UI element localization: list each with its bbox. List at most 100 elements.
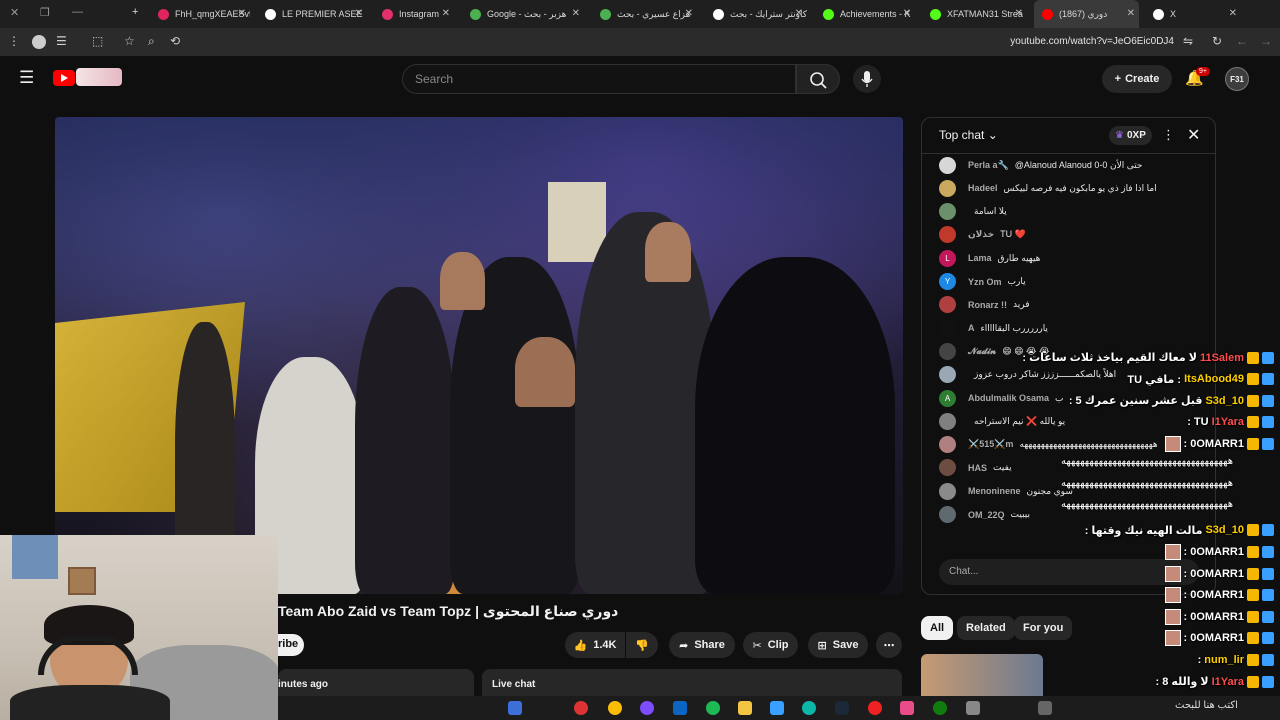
taskbar-app-icon[interactable]	[508, 701, 522, 715]
youtube-logo[interactable]	[53, 70, 75, 86]
tab-close-icon[interactable]: ✕	[238, 8, 246, 19]
taskbar-search-input[interactable]: اكتب هنا للبحث	[1175, 700, 1238, 711]
extensions-icon[interactable]: ⬚	[92, 34, 103, 48]
profile-icon[interactable]	[32, 35, 46, 49]
browser-tab[interactable]: (1867) دوري ✕	[1034, 0, 1139, 28]
chat-message[interactable]: Ronarz !! فريد	[939, 295, 1030, 315]
search-button[interactable]	[796, 64, 840, 94]
account-avatar[interactable]: F31	[1225, 67, 1249, 91]
browser-tab[interactable]: Google - هزبر - بحث ✕	[462, 0, 584, 28]
overlay-chat-text: مالت الهيه نيك وقتها :	[1084, 524, 1203, 537]
chat-message[interactable]: A Abdulmalik Osama ب	[939, 388, 1064, 408]
video-player[interactable]	[55, 117, 903, 594]
taskbar-app-icon[interactable]	[770, 701, 784, 715]
spotify-icon[interactable]	[706, 701, 720, 715]
xp-badge[interactable]: ♛ 0XP	[1109, 126, 1152, 145]
tab-close-icon[interactable]: ✕	[355, 8, 363, 19]
new-tab-icon[interactable]: +	[132, 6, 138, 18]
tab-close-icon[interactable]: ✕	[795, 8, 803, 19]
chat-message[interactable]: HAS يفيت	[939, 458, 1012, 478]
browser-tab[interactable]: Instagram ✕	[374, 0, 454, 28]
task-view-icon[interactable]	[1038, 701, 1052, 715]
chat-message[interactable]: Hadeel اما اذا فاز ذي يو مابكون فيه فرصه …	[939, 178, 1157, 198]
taskbar-app-icon[interactable]	[868, 701, 882, 715]
tab-close-icon[interactable]: ✕	[685, 8, 693, 19]
screenshot-icon[interactable]: ⟲	[170, 34, 180, 48]
chat-input[interactable]: Chat...	[939, 559, 1199, 585]
chat-message[interactable]: Menoninene سوي مجنون	[939, 481, 1073, 501]
filter-chip[interactable]: For you	[1014, 616, 1073, 640]
address-url[interactable]: youtube.com/watch?v=JeO6Eic0DJ4	[1010, 36, 1174, 47]
chat-message[interactable]: ⚔️515⚔️m هههههههههههههههههههههههههههههههه…	[939, 435, 1158, 455]
browser-tab[interactable]: X ✕	[1145, 0, 1241, 28]
tab-close-icon[interactable]: ✕	[1015, 8, 1023, 19]
chat-message[interactable]: اهلاً يالصكمــــــزززز شاكر دروب عزوز	[939, 365, 1116, 385]
xbox-icon[interactable]	[933, 701, 947, 715]
minimize-window-icon[interactable]: —	[72, 6, 83, 18]
taskbar-app-icon[interactable]	[900, 701, 914, 715]
chat-message[interactable]: L Lama هيهيه طارق	[939, 248, 1040, 268]
more-actions-button[interactable]: ⋯	[876, 632, 902, 658]
doodle-logo-art[interactable]	[76, 68, 122, 86]
tab-close-icon[interactable]: ✕	[903, 8, 911, 19]
chat-mode-dropdown[interactable]: Top chat ⌄	[939, 128, 998, 142]
taskbar-app-icon[interactable]	[640, 701, 654, 715]
menu-dots-icon[interactable]: ⋮	[8, 34, 20, 48]
chat-author: Hadeel	[968, 183, 998, 194]
chat-message[interactable]: A يارررررب البقاااااء	[939, 318, 1048, 338]
clip-button[interactable]: ✂ Clip	[743, 632, 798, 658]
close-window-icon[interactable]: ✕	[10, 6, 19, 19]
browser-tab[interactable]: كاونتر سترايك - بحث ✕	[705, 0, 807, 28]
chat-message[interactable]: يو يالله ❌ نيم الاستراحه	[939, 411, 1065, 431]
chat-message[interactable]: خذلان TU ❤️	[939, 225, 1026, 245]
forward-icon[interactable]: →	[1260, 34, 1272, 48]
chat-message[interactable]: Y Yzn Om يارب	[939, 272, 1026, 292]
bookmark-star-icon[interactable]: ☆	[124, 34, 135, 48]
chat-message[interactable]: Perla a🔧 @Alanoud Alanoud 0-0 حتى الأن	[939, 155, 1142, 175]
chat-message[interactable]: يلا اسامة	[939, 202, 1007, 222]
tab-close-icon[interactable]: ✕	[1127, 8, 1135, 19]
browser-tab[interactable]: FhH_qmgXEAESv5 ✕	[150, 0, 250, 28]
browser-tab[interactable]: هزاع عسيري - بحث ✕	[592, 0, 697, 28]
filter-chip[interactable]: Related	[957, 616, 1015, 640]
share-button[interactable]: ➦ Share	[669, 632, 735, 658]
steam-icon[interactable]	[835, 701, 849, 715]
chat-author: A	[968, 323, 975, 334]
tab-close-icon[interactable]: ✕	[1229, 8, 1237, 19]
voice-search-button[interactable]	[853, 65, 881, 93]
taskbar-app-icon[interactable]	[966, 701, 980, 715]
like-button[interactable]: 👍 1.4K	[565, 632, 625, 658]
dislike-button[interactable]: 👎	[626, 632, 658, 658]
search-input[interactable]: Search	[402, 64, 796, 94]
reload-icon[interactable]: ↻	[1212, 34, 1222, 48]
save-button[interactable]: ⊞ Save	[808, 632, 868, 658]
reading-list-icon[interactable]: ☰	[56, 34, 67, 48]
subscribe-button[interactable]: ribe	[278, 634, 305, 656]
close-chat-icon[interactable]: ✕	[1187, 125, 1200, 145]
chrome-icon[interactable]	[608, 701, 622, 715]
tab-close-icon[interactable]: ✕	[572, 8, 580, 19]
site-settings-icon[interactable]: ⇋	[1183, 34, 1193, 48]
chat-more-icon[interactable]: ⋮	[1162, 127, 1175, 143]
back-icon[interactable]: ←	[1236, 34, 1248, 48]
search-icon	[810, 72, 827, 89]
taskbar-app-icon[interactable]	[574, 701, 588, 715]
browser-tab[interactable]: Achievements - K ✕	[815, 0, 915, 28]
like-count: 1.4K	[593, 639, 617, 651]
browser-tab[interactable]: XFATMAN31 Strea ✕	[922, 0, 1027, 28]
zoom-icon[interactable]: ⌕	[148, 34, 155, 49]
plus-icon: +	[1114, 73, 1122, 85]
hamburger-menu-icon[interactable]: ☰	[19, 68, 34, 88]
filter-chip[interactable]: All	[921, 616, 954, 640]
restore-window-icon[interactable]: ❐	[40, 6, 50, 19]
create-button[interactable]: + Create	[1102, 65, 1172, 93]
chat-avatar	[939, 436, 956, 454]
subscriber-badge-icon	[1262, 589, 1274, 602]
browser-tab[interactable]: LE PREMIER ASEE ✕	[257, 0, 367, 28]
tab-close-icon[interactable]: ✕	[442, 8, 450, 19]
edge-icon[interactable]	[802, 701, 816, 715]
tab-label: LE PREMIER ASEE	[282, 9, 363, 19]
chat-message[interactable]: OM_22Q بيبيت	[939, 505, 1030, 525]
outlook-icon[interactable]	[673, 701, 687, 715]
file-explorer-icon[interactable]	[738, 701, 752, 715]
